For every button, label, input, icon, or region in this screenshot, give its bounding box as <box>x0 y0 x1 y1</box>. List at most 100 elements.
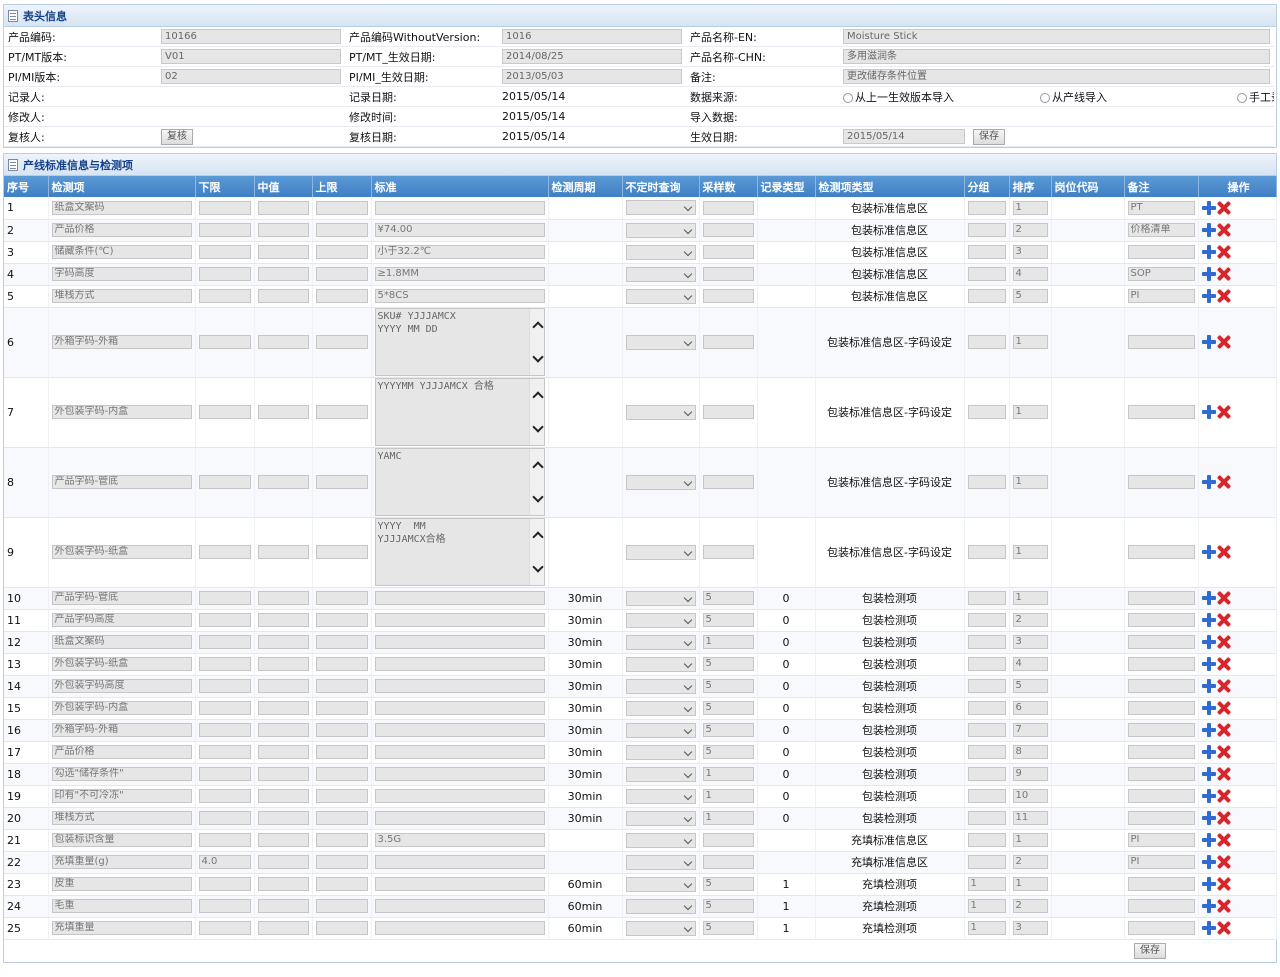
add-row-icon[interactable] <box>1201 200 1216 215</box>
order-input[interactable]: 7 <box>1012 723 1048 737</box>
check-item-input[interactable]: 堆栈方式 <box>51 811 192 825</box>
sample-count-input[interactable]: 5 <box>702 657 754 671</box>
delete-row-icon[interactable] <box>1217 545 1231 559</box>
standard-input[interactable] <box>374 767 545 781</box>
sample-count-input[interactable]: 5 <box>702 877 754 891</box>
upper-limit-input[interactable] <box>315 289 368 303</box>
grid-save-button[interactable]: 保存 <box>1134 942 1166 959</box>
textarea-scrollbar[interactable] <box>528 309 544 375</box>
upper-limit-input[interactable] <box>315 877 368 891</box>
adhoc-query-select[interactable] <box>625 744 696 760</box>
textarea-scrollbar[interactable] <box>528 379 544 445</box>
radio-button[interactable] <box>843 92 853 103</box>
sample-count-input[interactable] <box>702 289 754 303</box>
group-input[interactable] <box>967 405 1006 419</box>
order-input[interactable]: 1 <box>1012 545 1048 559</box>
delete-row-icon[interactable] <box>1217 405 1231 419</box>
add-row-icon[interactable] <box>1201 723 1216 737</box>
add-row-icon[interactable] <box>1201 855 1216 869</box>
upper-limit-input[interactable] <box>315 833 368 847</box>
adhoc-query-select[interactable] <box>625 474 696 490</box>
remark-input[interactable] <box>1127 789 1195 803</box>
lower-limit-input[interactable] <box>198 545 251 559</box>
standard-input[interactable]: ≥1.8MM <box>374 267 545 281</box>
order-input[interactable]: 1 <box>1012 200 1048 215</box>
order-input[interactable]: 4 <box>1012 267 1048 281</box>
textarea-scrollbar[interactable] <box>528 519 544 585</box>
upper-limit-input[interactable] <box>315 267 368 281</box>
group-input[interactable] <box>967 475 1006 489</box>
remark-input[interactable] <box>1127 723 1195 737</box>
add-row-icon[interactable] <box>1201 745 1216 759</box>
upper-limit-input[interactable] <box>315 613 368 627</box>
check-item-input[interactable]: 外箱字码-外箱 <box>51 723 192 737</box>
delete-row-icon[interactable] <box>1217 789 1231 803</box>
upper-limit-input[interactable] <box>315 921 368 935</box>
sample-count-input[interactable] <box>702 245 754 259</box>
mid-limit-input[interactable] <box>257 591 309 605</box>
adhoc-query-select[interactable] <box>625 288 696 304</box>
group-input[interactable] <box>967 545 1006 559</box>
mid-limit-input[interactable] <box>257 545 309 559</box>
group-input[interactable]: 1 <box>967 921 1006 935</box>
group-input[interactable] <box>967 289 1006 303</box>
standard-input[interactable] <box>374 921 545 935</box>
check-item-input[interactable]: 产品字码-管底 <box>51 591 192 605</box>
order-input[interactable]: 2 <box>1012 613 1048 627</box>
standard-input[interactable] <box>374 701 545 715</box>
mid-limit-input[interactable] <box>257 877 309 891</box>
remark-input[interactable] <box>1127 899 1195 913</box>
check-item-input[interactable]: 外包装字码-纸盒 <box>51 657 192 671</box>
remark-input[interactable] <box>1127 811 1195 825</box>
standard-input[interactable] <box>374 899 545 913</box>
sample-count-input[interactable] <box>702 405 754 419</box>
add-row-icon[interactable] <box>1201 899 1216 913</box>
sample-count-input[interactable]: 1 <box>702 811 754 825</box>
check-item-input[interactable]: 外包装字码-内盒 <box>51 405 192 419</box>
adhoc-query-select[interactable] <box>625 898 696 914</box>
add-row-icon[interactable] <box>1201 267 1216 281</box>
adhoc-query-select[interactable] <box>625 766 696 782</box>
check-item-input[interactable]: 充填重量 <box>51 921 192 935</box>
group-input[interactable] <box>967 635 1006 649</box>
group-input[interactable] <box>967 679 1006 693</box>
check-item-input[interactable]: 纸盒文案码 <box>51 635 192 649</box>
remark-input[interactable] <box>1127 475 1195 489</box>
mid-limit-input[interactable] <box>257 223 309 237</box>
adhoc-query-select[interactable] <box>625 404 696 420</box>
check-item-input[interactable]: 充填重量(g) <box>51 855 192 869</box>
check-item-input[interactable]: 印有"不可冷冻" <box>51 789 192 803</box>
standard-input[interactable] <box>374 679 545 693</box>
add-row-icon[interactable] <box>1201 405 1216 419</box>
remark-input[interactable] <box>1127 545 1195 559</box>
standard-input[interactable] <box>374 657 545 671</box>
delete-row-icon[interactable] <box>1217 267 1231 281</box>
check-item-input[interactable]: 产品价格 <box>51 745 192 759</box>
mid-limit-input[interactable] <box>257 635 309 649</box>
order-input[interactable]: 1 <box>1012 475 1048 489</box>
order-input[interactable]: 10 <box>1012 789 1048 803</box>
delete-row-icon[interactable] <box>1217 335 1231 349</box>
adhoc-query-select[interactable] <box>625 634 696 650</box>
delete-row-icon[interactable] <box>1217 877 1231 891</box>
standard-textarea[interactable]: YYYY MM YJJJAMCX合格 <box>374 518 545 586</box>
order-input[interactable]: 3 <box>1012 245 1048 259</box>
upper-limit-input[interactable] <box>315 899 368 913</box>
standard-input[interactable]: 小于32.2℃ <box>374 245 545 259</box>
lower-limit-input[interactable] <box>198 405 251 419</box>
add-row-icon[interactable] <box>1201 245 1216 259</box>
order-input[interactable]: 2 <box>1012 855 1048 869</box>
sample-count-input[interactable]: 5 <box>702 701 754 715</box>
lower-limit-input[interactable] <box>198 245 251 259</box>
sample-count-input[interactable] <box>702 335 754 349</box>
remark-input[interactable]: PI <box>1127 833 1195 847</box>
upper-limit-input[interactable] <box>315 200 368 215</box>
group-input[interactable] <box>967 833 1006 847</box>
mid-limit-input[interactable] <box>257 613 309 627</box>
order-input[interactable]: 3 <box>1012 635 1048 649</box>
lower-limit-input[interactable] <box>198 701 251 715</box>
group-input[interactable] <box>967 767 1006 781</box>
delete-row-icon[interactable] <box>1217 201 1231 215</box>
order-input[interactable]: 6 <box>1012 701 1048 715</box>
lower-limit-input[interactable] <box>198 921 251 935</box>
